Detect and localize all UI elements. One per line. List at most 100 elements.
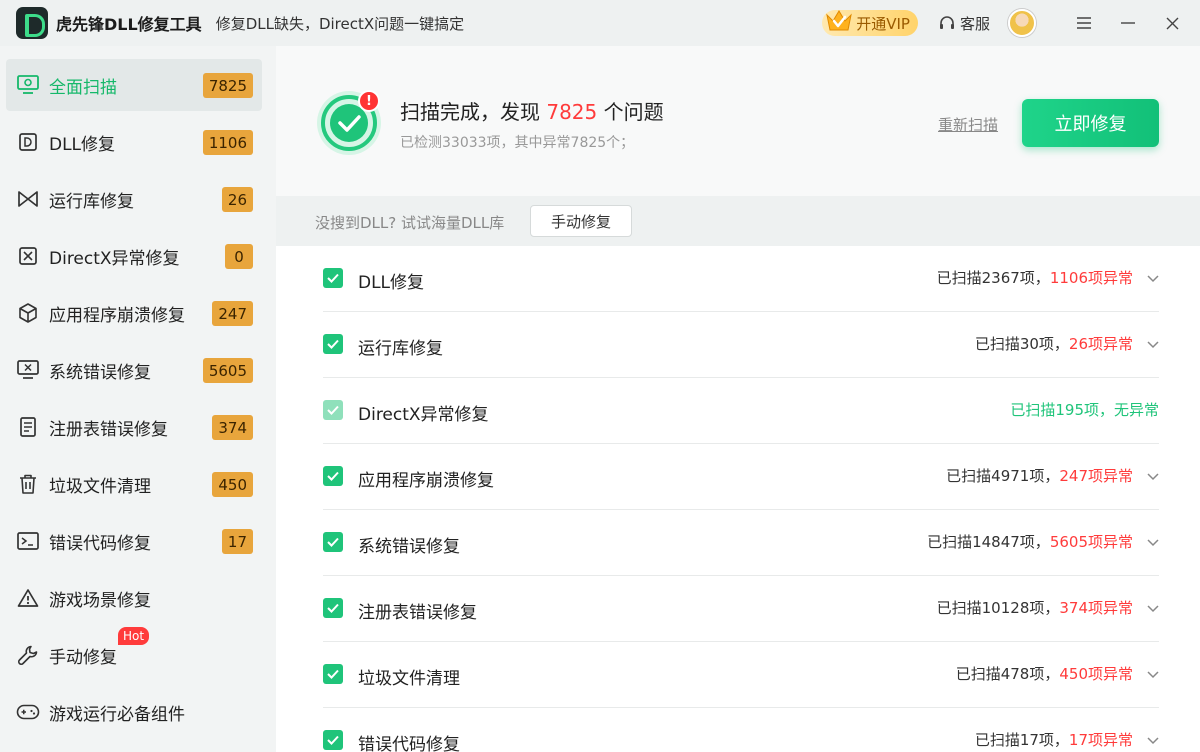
chevron-down-icon[interactable] [1147,272,1159,284]
rescan-link[interactable]: 重新扫描 [938,114,998,135]
scanned-count: 已扫描30项， [974,335,1069,353]
count-badge: 374 [212,415,253,440]
monitor-scan-icon [16,73,40,97]
chevron-down-icon[interactable] [1147,734,1159,746]
scanned-count: 已扫描478项， [955,665,1060,683]
scanned-count: 已扫描2367项， [936,269,1050,287]
result-row[interactable]: DLL修复 已扫描2367项，1106项异常 [323,246,1159,312]
sidebar-item-dll-repair[interactable]: DLL修复 1106 [6,116,262,168]
result-label: DirectX异常修复 [358,405,489,425]
result-label: 应用程序崩溃修复 [358,471,494,491]
result-label: 注册表错误修复 [358,603,477,623]
sidebar-item-label: DLL修复 [49,134,116,155]
checkmark-icon [327,339,339,349]
sidebar-item-label: 注册表错误修复 [49,419,168,440]
alert-badge: ! [358,90,380,112]
sidebar-item-game-scene-repair[interactable]: 游戏场景修复 [6,572,262,624]
sidebar-item-registry-repair[interactable]: 注册表错误修复 374 [6,401,262,453]
bowtie-icon [16,187,40,211]
sidebar-item-full-scan[interactable]: 全面扫描 7825 [6,59,262,111]
sidebar-item-directx-repair[interactable]: DirectX异常修复 0 [6,230,262,282]
trash-icon [16,472,40,496]
menu-button[interactable] [1062,0,1106,46]
row-checkbox[interactable] [323,466,343,486]
row-checkbox[interactable] [323,400,343,420]
scan-summary: ! 扫描完成，发现 7825 个问题 已检测33033项，其中异常7825个； … [276,46,1200,196]
checkmark-icon [327,471,339,481]
app-name: 虎先锋DLL修复工具 [56,15,202,34]
sidebar-item-game-components[interactable]: 游戏运行必备组件 [6,686,262,738]
abnormal-count: 1106项异常 [1049,269,1133,287]
chevron-down-icon[interactable] [1147,668,1159,680]
count-badge: 17 [221,529,253,554]
row-checkbox[interactable] [323,532,343,552]
scanned-count: 已扫描10128项， [936,599,1060,617]
minimize-button[interactable] [1106,0,1150,46]
customer-service-button[interactable]: 客服 [938,13,990,34]
checkmark-icon [327,735,339,745]
result-status: 已扫描2367项，1106项异常 [937,267,1133,288]
result-row[interactable]: 注册表错误修复 已扫描10128项，374项异常 [323,576,1159,642]
result-row[interactable]: 系统错误修复 已扫描14847项，5605项异常 [323,510,1159,576]
checkmark-icon [327,405,339,415]
main-panel: ! 扫描完成，发现 7825 个问题 已检测33033项，其中异常7825个； … [276,46,1200,752]
close-button[interactable] [1150,0,1194,46]
result-row[interactable]: 错误代码修复 已扫描17项，17项异常 [323,708,1159,752]
fix-now-button[interactable]: 立即修复 [1022,99,1159,147]
app-tagline: 修复DLL缺失，DirectX问题一键搞定 [215,14,465,33]
row-checkbox[interactable] [323,730,343,750]
close-icon [1166,17,1178,29]
result-row[interactable]: 应用程序崩溃修复 已扫描4971项，247项异常 [323,444,1159,510]
row-checkbox[interactable] [323,268,343,288]
manual-repair-button[interactable]: 手动修复 [530,205,632,237]
sidebar-item-junk-cleanup[interactable]: 垃圾文件清理 450 [6,458,262,510]
chevron-down-icon[interactable] [1147,470,1159,482]
row-checkbox[interactable] [323,664,343,684]
sidebar-item-label: 错误代码修复 [49,533,151,554]
result-status: 已扫描478项，450项异常 [956,663,1133,684]
result-label: 垃圾文件清理 [358,669,460,689]
scanned-count: 已扫描4971项， [946,467,1060,485]
sidebar-item-error-code-repair[interactable]: 错误代码修复 17 [6,515,262,567]
result-row[interactable]: 垃圾文件清理 已扫描478项，450项异常 [323,642,1159,708]
result-status: 已扫描4971项，247项异常 [946,465,1133,486]
dll-library-hint: 没搜到DLL? 试试海量DLL库 [315,214,505,232]
count-badge: 7825 [202,73,253,98]
crown-icon [826,10,853,31]
headset-icon [939,16,954,29]
chevron-down-icon[interactable] [1147,602,1159,614]
result-status: 已扫描14847项，5605项异常 [927,531,1133,552]
result-label: DLL修复 [358,273,425,293]
count-badge: 0 [225,244,253,269]
sidebar-item-label: 游戏运行必备组件 [49,704,185,725]
warning-icon [16,586,40,610]
sidebar-item-label: 游戏场景修复 [49,590,151,611]
scan-result-subtitle: 已检测33033项，其中异常7825个； [400,135,635,151]
sidebar-item-runtime-repair[interactable]: 运行库修复 26 [6,173,262,225]
count-badge: 26 [221,187,253,212]
sidebar-item-label: 全面扫描 [49,77,117,98]
sidebar-item-system-error-repair[interactable]: 系统错误修复 5605 [6,344,262,396]
title-prefix: 扫描完成，发现 [400,100,540,124]
result-row[interactable]: DirectX异常修复 已扫描195项，无异常 [323,378,1159,444]
count-badge: 1106 [202,130,253,155]
user-avatar[interactable] [1008,9,1036,37]
directx-icon [16,244,40,268]
vip-label: 开通VIP [856,14,910,33]
sidebar-item-manual-repair[interactable]: 手动修复 Hot [6,627,262,681]
abnormal-count: 5605项异常 [1049,533,1133,551]
monitor-x-icon [16,358,40,382]
row-checkbox[interactable] [323,334,343,354]
vip-button[interactable]: 开通VIP [822,10,918,36]
service-label: 客服 [959,14,990,33]
sidebar-item-app-crash-repair[interactable]: 应用程序崩溃修复 247 [6,287,262,339]
result-status: 已扫描195项，无异常 [1010,401,1159,419]
chevron-down-icon[interactable] [1147,338,1159,350]
result-label: 错误代码修复 [358,735,460,752]
result-row[interactable]: 运行库修复 已扫描30项，26项异常 [323,312,1159,378]
scanned-count: 已扫描17项， [974,731,1069,749]
app-logo-icon [16,7,48,39]
row-checkbox[interactable] [323,598,343,618]
chevron-down-icon[interactable] [1147,536,1159,548]
checkmark-icon [327,273,339,283]
